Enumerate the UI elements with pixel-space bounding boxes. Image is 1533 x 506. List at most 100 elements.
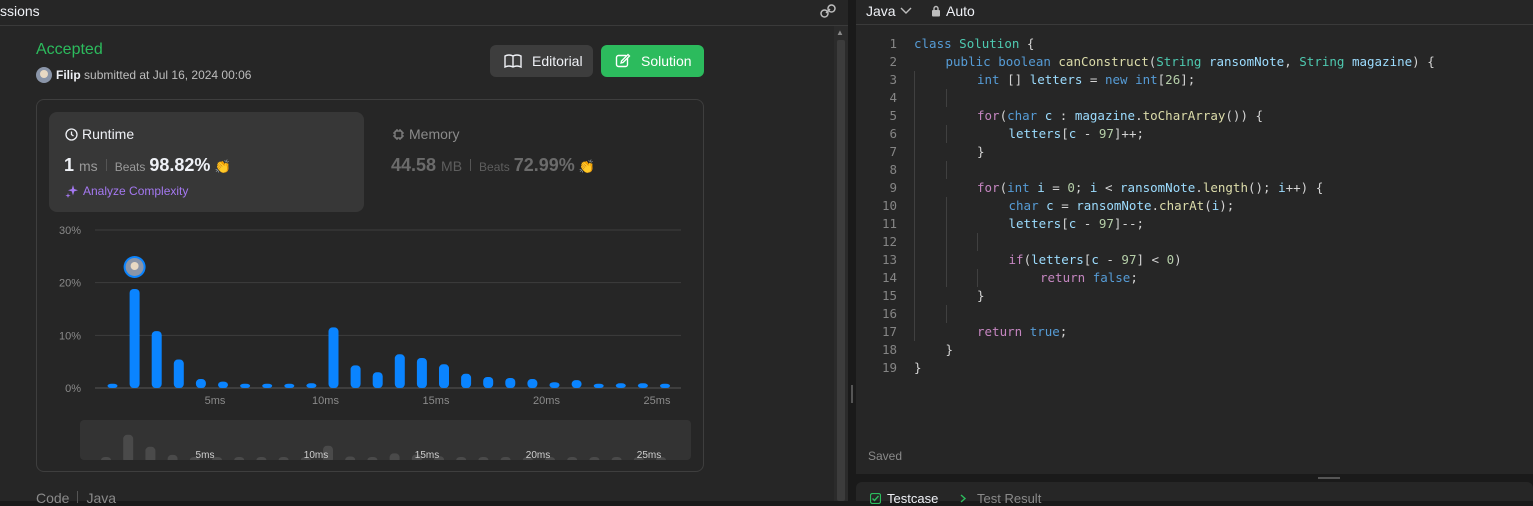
clock-icon: [65, 127, 78, 141]
chart-bar[interactable]: [660, 383, 670, 388]
runtime-distribution-chart[interactable]: 0% 10% 20% 30% 5ms 10ms 15ms 20ms 25ms: [50, 220, 690, 410]
submitted-time: submitted at Jul 16, 2024 00:06: [84, 68, 252, 82]
code-text: }: [977, 144, 985, 159]
panel-title[interactable]: ssions: [0, 3, 40, 19]
chart-bar[interactable]: [527, 379, 538, 388]
avatar[interactable]: [36, 67, 52, 83]
line-number[interactable]: 2: [856, 53, 897, 71]
chart-bar[interactable]: [350, 365, 361, 388]
y-tick-label: 30%: [59, 225, 81, 237]
line-number[interactable]: 12: [856, 233, 897, 251]
code-text: for(int i = 0; i < ransomNote.length(); …: [977, 180, 1324, 195]
test-result-label: Test Result: [977, 491, 1042, 506]
chart-bar[interactable]: [240, 383, 251, 388]
chart-bar[interactable]: [328, 327, 339, 388]
memory-beats-label: Beats: [479, 160, 510, 174]
line-number[interactable]: 15: [856, 287, 897, 305]
chart-bar[interactable]: [195, 379, 206, 388]
mini-x-tick-label: 15ms: [415, 450, 439, 460]
line-number[interactable]: 10: [856, 197, 897, 215]
code-lang-label: Java: [86, 490, 117, 506]
editorial-label: Editorial: [532, 53, 583, 69]
your-submission-marker-icon[interactable]: [123, 255, 146, 278]
book-icon: [504, 54, 522, 68]
chart-bar[interactable]: [218, 381, 228, 388]
chart-bar[interactable]: [394, 354, 405, 388]
terminal-icon: [960, 494, 967, 503]
indent-guide: [914, 287, 915, 305]
submitted-info: Filip submitted at Jul 16, 2024 00:06: [56, 68, 251, 82]
chart-bar[interactable]: [151, 331, 162, 388]
panel-resize-handle[interactable]: [848, 0, 856, 501]
line-number[interactable]: 4: [856, 89, 897, 107]
tab-testcase[interactable]: Testcase: [870, 491, 938, 506]
line-number[interactable]: 13: [856, 251, 897, 269]
testcase-panel: [856, 482, 1533, 501]
chart-bar[interactable]: [262, 383, 273, 388]
solution-button[interactable]: Solution: [601, 45, 704, 77]
memory-label[interactable]: Memory: [392, 126, 460, 142]
mini-bar: [345, 456, 356, 460]
auto-mode[interactable]: Auto: [931, 3, 975, 19]
line-number[interactable]: 5: [856, 107, 897, 125]
line-number[interactable]: 7: [856, 143, 897, 161]
indent-guide: [945, 89, 947, 107]
code-tab-label: Code: [36, 490, 70, 506]
line-number[interactable]: 11: [856, 215, 897, 233]
line-number[interactable]: 17: [856, 323, 897, 341]
analyze-complexity-link[interactable]: Analyze Complexity: [65, 184, 188, 198]
line-number[interactable]: 8: [856, 161, 897, 179]
chart-bar[interactable]: [107, 383, 118, 388]
mini-bar: [589, 457, 600, 460]
submitter-name[interactable]: Filip: [56, 68, 81, 82]
saved-status: Saved: [868, 449, 903, 463]
code-text: letters[c - 97]++;: [1008, 126, 1145, 141]
mini-x-tick-label: 20ms: [526, 450, 550, 460]
chart-bar[interactable]: [284, 383, 295, 388]
indent-guide: [914, 251, 915, 269]
language-selector[interactable]: Java: [866, 3, 912, 19]
line-number[interactable]: 9: [856, 179, 897, 197]
chart-bar[interactable]: [306, 383, 317, 388]
runtime-range-selector[interactable]: 5ms 10ms 15ms 20ms 25ms: [80, 420, 691, 460]
chart-bar[interactable]: [461, 373, 472, 388]
chart-bar[interactable]: [129, 288, 140, 388]
x-tick-label: 5ms: [205, 395, 226, 407]
editorial-button[interactable]: Editorial: [490, 45, 593, 77]
memory-label-text: Memory: [409, 126, 460, 142]
indent-guide: [945, 161, 947, 179]
line-number[interactable]: 6: [856, 125, 897, 143]
chart-bar[interactable]: [416, 357, 427, 388]
code-text: int [] letters = new int[26];: [977, 72, 1196, 87]
status-accepted: Accepted: [36, 41, 103, 58]
runtime-beats-pct: 98.82%: [149, 155, 211, 175]
chart-bar[interactable]: [439, 364, 449, 388]
chart-bar[interactable]: [637, 383, 648, 388]
scrollbar-thumb[interactable]: [837, 40, 845, 501]
chart-bar[interactable]: [593, 383, 604, 388]
line-number[interactable]: 3: [856, 71, 897, 89]
line-number[interactable]: 19: [856, 359, 897, 377]
line-number[interactable]: 16: [856, 305, 897, 323]
chart-bar[interactable]: [571, 380, 582, 388]
indent-guide: [914, 269, 915, 287]
indent-guide: [945, 233, 947, 251]
share-link-icon[interactable]: [818, 3, 838, 21]
mini-bar: [389, 453, 400, 460]
line-number[interactable]: 18: [856, 341, 897, 359]
memory-value: 44.58 MB Beats 72.99% 👏: [391, 155, 595, 176]
line-number[interactable]: 1: [856, 35, 897, 53]
chart-bar[interactable]: [615, 383, 626, 388]
runtime-number: 1: [64, 155, 75, 175]
tab-test-result[interactable]: Test Result: [960, 491, 1041, 506]
line-number[interactable]: 14: [856, 269, 897, 287]
scroll-up-arrow-icon[interactable]: ▲: [836, 28, 844, 37]
chart-bar[interactable]: [173, 359, 184, 388]
horizontal-resize-handle[interactable]: [856, 474, 1533, 482]
runtime-beats-label: Beats: [114, 160, 146, 174]
chart-bar[interactable]: [505, 377, 516, 388]
indent-guide: [914, 215, 915, 233]
chart-bar[interactable]: [483, 376, 494, 388]
chart-bar[interactable]: [549, 382, 560, 388]
chart-bar[interactable]: [372, 372, 383, 388]
